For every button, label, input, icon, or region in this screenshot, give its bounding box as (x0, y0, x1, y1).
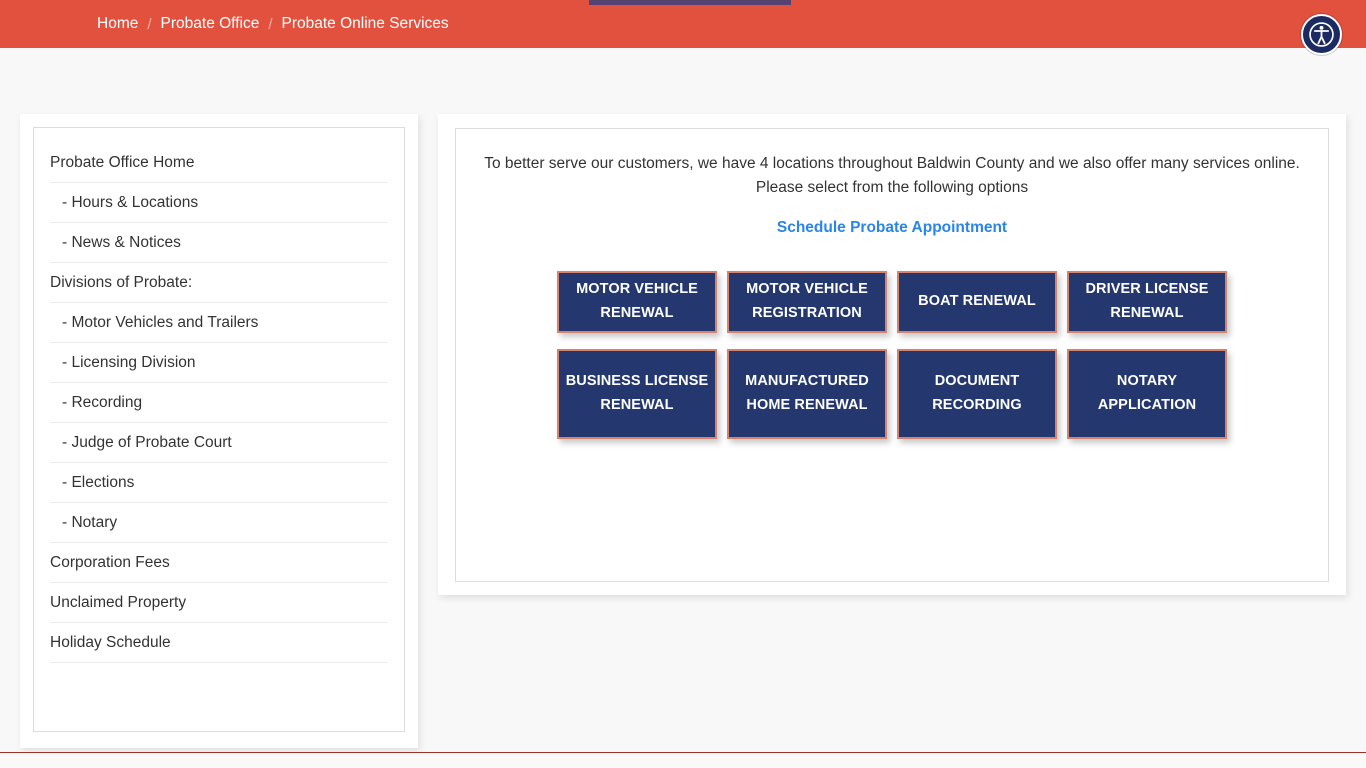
accessibility-person-icon (1309, 22, 1334, 47)
sidebar-item-news-notices[interactable]: - News & Notices (50, 223, 388, 263)
intro-line-1: To better serve our customers, we have 4… (484, 155, 1300, 172)
breadcrumb-item-home[interactable]: Home (97, 16, 138, 32)
driver-license-renewal-button[interactable]: DRIVER LICENSE RENEWAL (1067, 271, 1227, 334)
boat-renewal-button[interactable]: BOAT RENEWAL (897, 271, 1057, 334)
appointment-link-wrapper: Schedule Probate Appointment (456, 219, 1328, 237)
top-navbar-sliver (589, 0, 791, 5)
sidebar-item-recording[interactable]: - Recording (50, 383, 388, 423)
service-buttons-grid: MOTOR VEHICLE RENEWAL MOTOR VEHICLE REGI… (456, 271, 1328, 440)
footer-strip (0, 753, 1366, 768)
sidebar-item-notary[interactable]: - Notary (50, 503, 388, 543)
schedule-probate-appointment-link[interactable]: Schedule Probate Appointment (777, 219, 1007, 236)
sidebar-item-hours-locations[interactable]: - Hours & Locations (50, 183, 388, 223)
business-license-renewal-button[interactable]: BUSINESS LICENSE RENEWAL (557, 349, 717, 440)
sidebar-item-elections[interactable]: - Elections (50, 463, 388, 503)
sidebar-item-unclaimed-property[interactable]: Unclaimed Property (50, 583, 388, 623)
breadcrumb-separator: / (268, 15, 273, 33)
breadcrumb-bar: Home / Probate Office / Probate Online S… (0, 0, 1366, 48)
intro-text: To better serve our customers, we have 4… (456, 129, 1328, 200)
breadcrumb-item-probate-office[interactable]: Probate Office (161, 16, 260, 32)
sidebar-item-judge-of-probate-court[interactable]: - Judge of Probate Court (50, 423, 388, 463)
sidebar-item-probate-office-home[interactable]: Probate Office Home (50, 143, 388, 183)
sidebar-item-divisions-of-probate[interactable]: Divisions of Probate: (50, 263, 388, 303)
document-recording-button[interactable]: DOCUMENT RECORDING (897, 349, 1057, 440)
service-buttons-row-2: BUSINESS LICENSE RENEWAL MANUFACTURED HO… (557, 349, 1227, 440)
services-box: To better serve our customers, we have 4… (455, 128, 1329, 582)
motor-vehicle-registration-button[interactable]: MOTOR VEHICLE REGISTRATION (727, 271, 887, 334)
manufactured-home-renewal-button[interactable]: MANUFACTURED HOME RENEWAL (727, 349, 887, 440)
service-buttons-row-1: MOTOR VEHICLE RENEWAL MOTOR VEHICLE REGI… (557, 271, 1227, 334)
intro-line-2: Please select from the following options (755, 179, 1029, 197)
page-body: Probate Office Home - Hours & Locations … (0, 48, 1366, 768)
sidebar-item-holiday-schedule[interactable]: Holiday Schedule (50, 623, 388, 663)
sidebar-item-licensing-division[interactable]: - Licensing Division (50, 343, 388, 383)
sidebar-nav-box: Probate Office Home - Hours & Locations … (33, 127, 405, 732)
motor-vehicle-renewal-button[interactable]: MOTOR VEHICLE RENEWAL (557, 271, 717, 334)
breadcrumb-separator: / (147, 15, 152, 33)
notary-application-button[interactable]: NOTARY APPLICATION (1067, 349, 1227, 440)
sidebar-nav-list: Probate Office Home - Hours & Locations … (50, 143, 388, 663)
accessibility-widget-button[interactable] (1301, 14, 1342, 55)
breadcrumb-item-current: Probate Online Services (281, 15, 449, 33)
breadcrumb: Home / Probate Office / Probate Online S… (97, 16, 449, 32)
sidebar-item-corporation-fees[interactable]: Corporation Fees (50, 543, 388, 583)
sidebar-item-motor-vehicles-and-trailers[interactable]: - Motor Vehicles and Trailers (50, 303, 388, 343)
